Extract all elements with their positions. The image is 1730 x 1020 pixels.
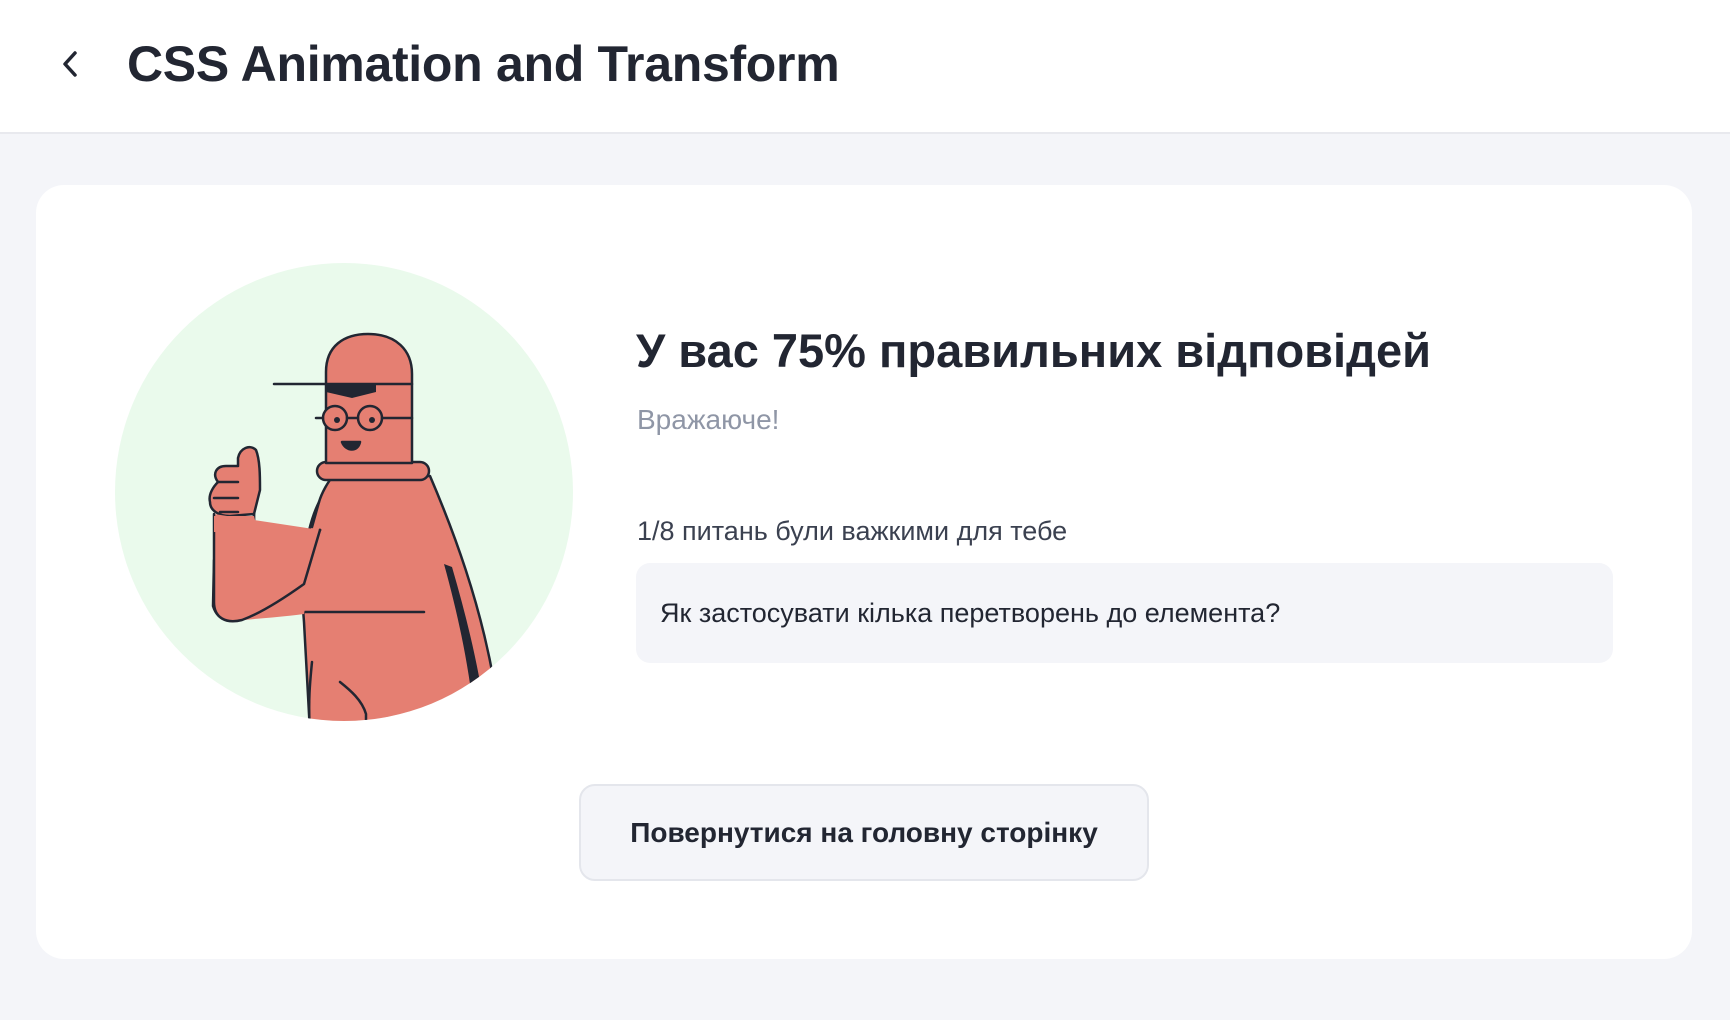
- hard-question-item[interactable]: Як застосувати кілька перетворень до еле…: [636, 563, 1613, 663]
- top-bar: CSS Animation and Transform: [0, 0, 1730, 134]
- chevron-left-icon: [63, 51, 77, 77]
- result-card: У вас 75% правильних відповідей Вражаюче…: [36, 185, 1692, 959]
- thumbs-up-character-illustration: [115, 263, 573, 721]
- result-title: У вас 75% правильних відповідей: [636, 324, 1431, 377]
- page-title: CSS Animation and Transform: [127, 36, 840, 92]
- back-button[interactable]: [50, 40, 90, 88]
- hard-questions-label: 1/8 питань були важкими для тебе: [637, 516, 1068, 546]
- return-home-button[interactable]: Повернутися на головну сторінку: [579, 784, 1149, 881]
- result-subtitle: Вражаюче!: [637, 404, 780, 435]
